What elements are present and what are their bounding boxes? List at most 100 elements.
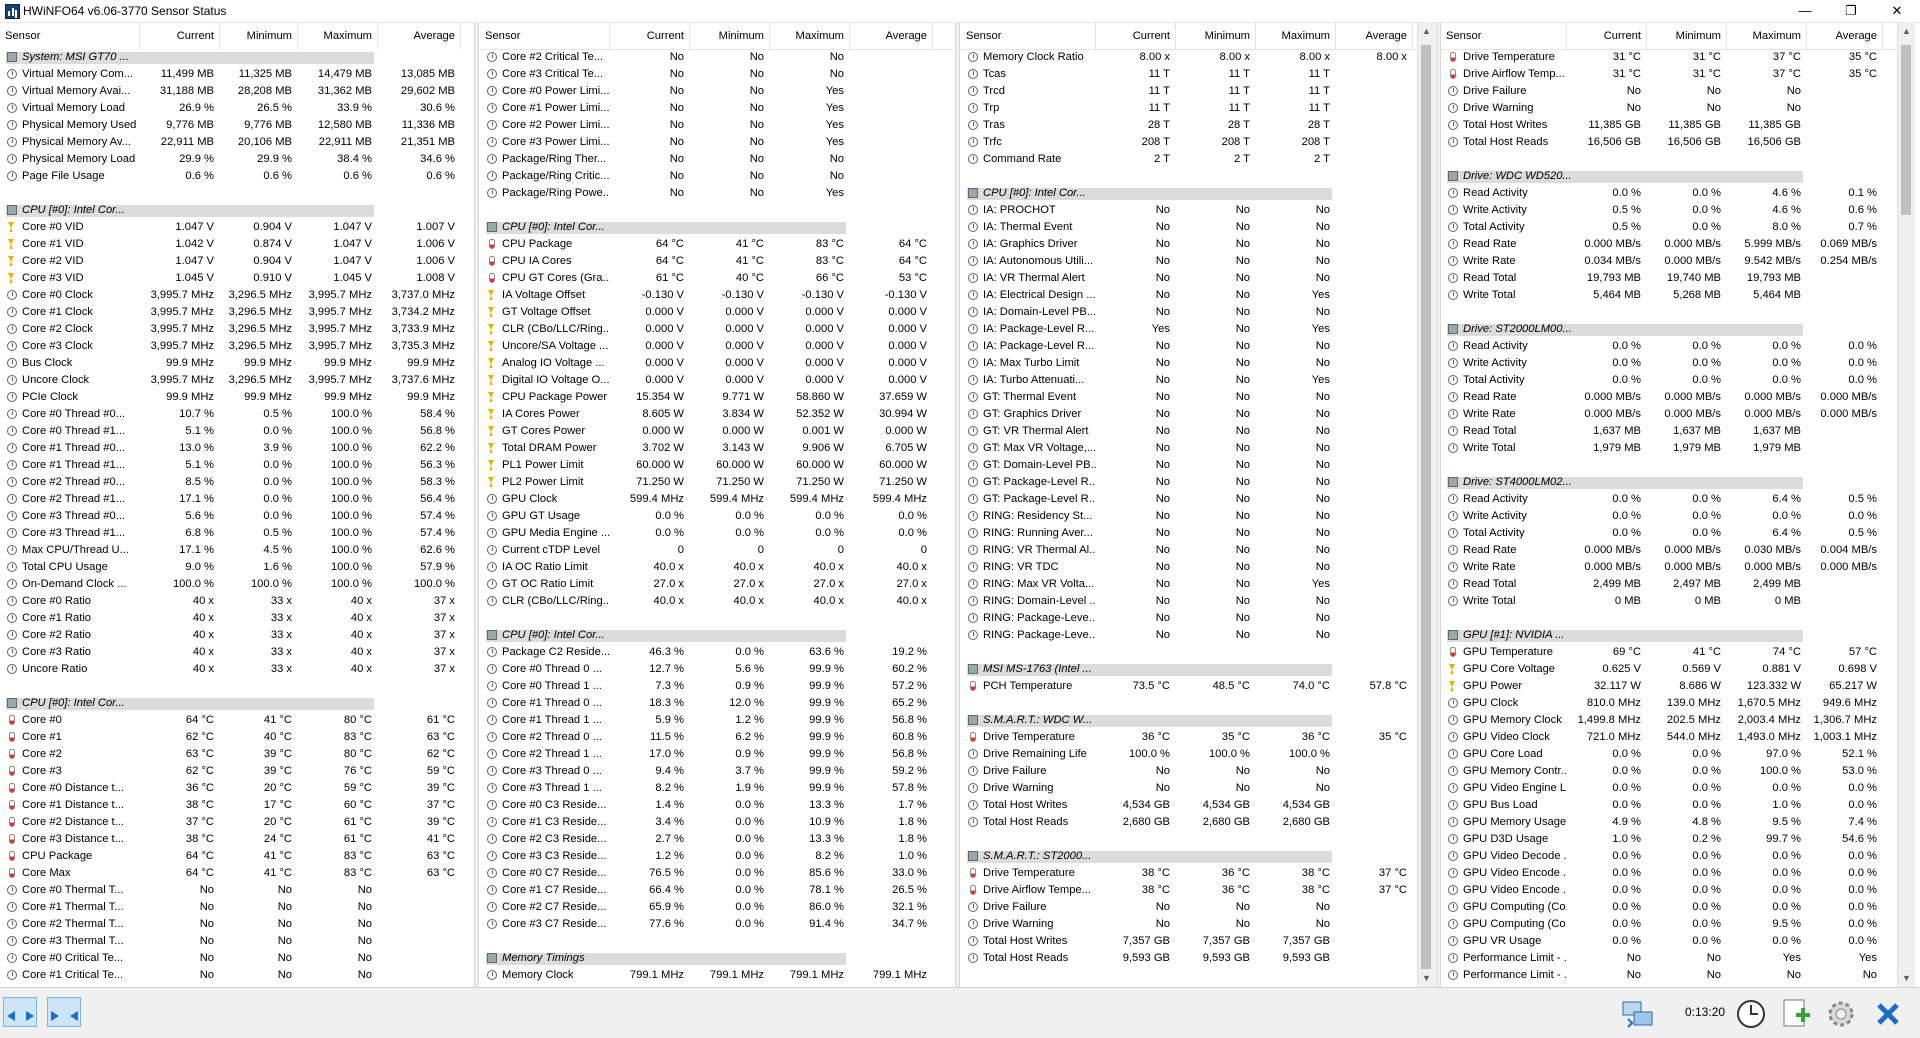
sensor-row[interactable]: Write Total 1,979 MB 1,979 MB 1,979 MB xyxy=(1441,440,1898,457)
reset-timer-button[interactable] xyxy=(1733,997,1769,1031)
sensor-row[interactable]: Total Host Reads 16,506 GB 16,506 GB 16,506… xyxy=(1441,134,1898,151)
sensor-row[interactable]: On-Demand Clock ... 100.0 % 100.0 % 100.0 %… xyxy=(0,576,474,593)
sensor-row[interactable]: Core #1 Critical Te... No No No xyxy=(0,967,474,984)
sensor-row[interactable]: Core #3 Distance t... 38 °C 24 °C 61 °C 41 °… xyxy=(0,831,474,848)
sensor-row[interactable]: IA: Turbo Attenuati... No No Yes xyxy=(961,372,1418,389)
sensor-row[interactable]: GT: Max VR Voltage,... No No No xyxy=(961,440,1418,457)
vertical-scrollbar[interactable]: ▲ ▼ xyxy=(1897,23,1915,987)
sensor-row[interactable]: Total Host Reads 9,593 GB 9,593 GB 9,593 GB xyxy=(961,950,1418,967)
sensor-row[interactable]: Core #1 VID 1.042 V 0.874 V 1.047 V 1.006 V xyxy=(0,236,474,253)
sensor-row[interactable]: GPU VR Usage 0.0 % 0.0 % 0.0 % 0.0 % xyxy=(1441,933,1898,950)
sensor-row[interactable]: Total Activity 0.0 % 0.0 % 0.0 % 0.0 % xyxy=(1441,372,1898,389)
sensor-row[interactable]: Core #1 Clock 3,995.7 MHz 3,296.5 MHz 3,995… xyxy=(0,304,474,321)
sensor-row[interactable]: Core #3 Thermal T... No No No xyxy=(0,933,474,950)
sensor-row[interactable]: Drive Warning No No No xyxy=(1441,100,1898,117)
sensor-row[interactable]: Core #3 C3 Reside... 1.2 % 0.0 % 8.2 % 1.0 % xyxy=(480,848,954,865)
sensor-row[interactable]: Drive Airflow Tempe... 38 °C 36 °C 38 °C 37 … xyxy=(961,882,1418,899)
sensor-row[interactable]: IA Voltage Offset -0.130 V -0.130 V -0.130 … xyxy=(480,287,954,304)
sensor-row[interactable]: GPU Video Decode ... 0.0 % 0.0 % 0.0 % 0.0 % xyxy=(1441,848,1898,865)
sensor-row[interactable]: GPU Power 32.117 W 8.686 W 123.332 W 65.217 … xyxy=(1441,678,1898,695)
sensor-row[interactable]: Uncore/SA Voltage ... 0.000 V 0.000 V 0.000… xyxy=(480,338,954,355)
column-header-current[interactable]: Current xyxy=(140,23,220,49)
sensor-row[interactable]: RING: VR Thermal Al... No No No xyxy=(961,542,1418,559)
sensor-group-header[interactable]: GPU [#1]: NVIDIA ... xyxy=(1441,627,1898,644)
sensor-row[interactable]: Digital IO Voltage O... 0.000 V 0.000 V 0.0… xyxy=(480,372,954,389)
sensor-row[interactable]: Page File Usage 0.6 % 0.6 % 0.6 % 0.6 % xyxy=(0,168,474,185)
sensor-row[interactable]: GPU GT Usage 0.0 % 0.0 % 0.0 % 0.0 % xyxy=(480,508,954,525)
sensor-row[interactable]: GT: Package-Level R... No No No xyxy=(961,491,1418,508)
sensor-row[interactable]: Virtual Memory Com... 11,499 MB 11,325 MB 1… xyxy=(0,66,474,83)
sensor-row[interactable]: GPU Clock 599.4 MHz 599.4 MHz 599.4 MHz 599.… xyxy=(480,491,954,508)
sensor-group-header[interactable]: CPU [#0]: Intel Cor... xyxy=(0,202,474,219)
sensor-row[interactable]: Core #2 C3 Reside... 2.7 % 0.0 % 13.3 % 1.8 … xyxy=(480,831,954,848)
sensor-row[interactable]: Core #0 Thread #0... 10.7 % 0.5 % 100.0 % 58… xyxy=(0,406,474,423)
sensor-row[interactable]: Tcas 11 T 11 T 11 T xyxy=(961,66,1418,83)
sensor-row[interactable]: IA: Max Turbo Limit No No No xyxy=(961,355,1418,372)
vertical-scrollbar[interactable]: ▲ ▼ xyxy=(1417,23,1435,987)
sensor-row[interactable]: Core #0 Critical Te... No No No xyxy=(0,950,474,967)
scroll-down-icon[interactable]: ▼ xyxy=(1898,970,1915,987)
sensor-row[interactable]: Command Rate 2 T 2 T 2 T xyxy=(961,151,1418,168)
sensor-row[interactable]: Core #2 Thermal T... No No No xyxy=(0,916,474,933)
sensor-row[interactable]: Core #3 Critical Te... No No No xyxy=(480,66,954,83)
sensor-row[interactable]: Core #1 Thread 1 ... 5.9 % 1.2 % 99.9 % 56.8… xyxy=(480,712,954,729)
maximize-button[interactable]: ❐ xyxy=(1828,0,1874,22)
sensor-row[interactable]: Drive Temperature 38 °C 36 °C 38 °C 37 °C xyxy=(961,865,1418,882)
sensor-row[interactable]: Core #2 Thread #0... 8.5 % 0.0 % 100.0 % 58.… xyxy=(0,474,474,491)
sensor-row[interactable]: Memory Clock Ratio 8.00 x 8.00 x 8.00 x 8.00… xyxy=(961,49,1418,66)
sensor-row[interactable]: Drive Failure No No No xyxy=(1441,83,1898,100)
sensor-row[interactable]: GT Voltage Offset 0.000 V 0.000 V 0.000 V 0.… xyxy=(480,304,954,321)
sensor-row[interactable]: Performance Limit - ... No No Yes Yes xyxy=(1441,950,1898,967)
sensor-row[interactable]: Core #2 VID 1.047 V 0.904 V 1.047 V 1.006 V xyxy=(0,253,474,270)
column-header-average[interactable]: Average xyxy=(378,23,461,49)
sensor-row[interactable]: Core #2 C7 Reside... 65.9 % 0.0 % 86.0 % 32.… xyxy=(480,899,954,916)
sensor-row[interactable]: GPU Core Voltage 0.625 V 0.569 V 0.881 V 0.6… xyxy=(1441,661,1898,678)
sensor-group-header[interactable]: CPU [#0]: Intel Cor... xyxy=(961,185,1418,202)
sensor-row[interactable]: Drive Warning No No No xyxy=(961,780,1418,797)
sensor-row[interactable]: IA: Autonomous Utili... No No No xyxy=(961,253,1418,270)
sensor-row[interactable]: GPU Core Load 0.0 % 0.0 % 97.0 % 52.1 % xyxy=(1441,746,1898,763)
scroll-right-button[interactable] xyxy=(47,997,81,1027)
sensor-row[interactable]: Core #2 Clock 3,995.7 MHz 3,296.5 MHz 3,995… xyxy=(0,321,474,338)
sensor-row[interactable]: Physical Memory Av... 22,911 MB 20,106 MB 2… xyxy=(0,134,474,151)
sensor-row[interactable]: PCIe Clock 99.9 MHz 99.9 MHz 99.9 MHz 99.9 M… xyxy=(0,389,474,406)
sensor-row[interactable]: GT OC Ratio Limit 27.0 x 27.0 x 27.0 x 27.0 … xyxy=(480,576,954,593)
sensor-row[interactable]: Read Rate 0.000 MB/s 0.000 MB/s 5.999 MB/s 0… xyxy=(1441,236,1898,253)
scroll-down-icon[interactable]: ▼ xyxy=(1418,970,1435,987)
sensor-row[interactable]: RING: VR TDC No No No xyxy=(961,559,1418,576)
sensor-row[interactable]: Total DRAM Power 3.702 W 3.143 W 9.906 W 6.7… xyxy=(480,440,954,457)
sensor-row[interactable]: Core #3 62 °C 39 °C 76 °C 59 °C xyxy=(0,763,474,780)
sensor-row[interactable]: IA: Graphics Driver No No No xyxy=(961,236,1418,253)
sensor-row[interactable]: GPU Video Engine L... 0.0 % 0.0 % 0.0 % 0.0 … xyxy=(1441,780,1898,797)
sensor-row[interactable]: Drive Airflow Temp... 31 °C 31 °C 37 °C 35 °… xyxy=(1441,66,1898,83)
sensor-row[interactable]: Package/Ring Critic... No No No xyxy=(480,168,954,185)
sensor-row[interactable]: Core #0 C3 Reside... 1.4 % 0.0 % 13.3 % 1.7 … xyxy=(480,797,954,814)
sensor-row[interactable]: Read Activity 0.0 % 0.0 % 0.0 % 0.0 % xyxy=(1441,338,1898,355)
column-header-maximum[interactable]: Maximum xyxy=(770,23,850,49)
sensor-row[interactable]: GPU Media Engine ... 0.0 % 0.0 % 0.0 % 0.0 % xyxy=(480,525,954,542)
sensor-row[interactable]: Total Activity 0.0 % 0.0 % 6.4 % 0.5 % xyxy=(1441,525,1898,542)
sensor-row[interactable]: GT: Thermal Event No No No xyxy=(961,389,1418,406)
sensor-group-header[interactable]: System: MSI GT70 ... xyxy=(0,49,474,66)
sensor-row[interactable]: PCH Temperature 73.5 °C 48.5 °C 74.0 °C 57.8… xyxy=(961,678,1418,695)
column-header-maximum[interactable]: Maximum xyxy=(1256,23,1336,49)
sensor-row[interactable]: Write Total 0 MB 0 MB 0 MB xyxy=(1441,593,1898,610)
sensor-row[interactable]: Read Activity 0.0 % 0.0 % 6.4 % 0.5 % xyxy=(1441,491,1898,508)
sensor-row[interactable]: Total Host Reads 2,680 GB 2,680 GB 2,680 GB xyxy=(961,814,1418,831)
sensor-row[interactable]: GT Cores Power 0.000 W 0.000 W 0.001 W 0.000… xyxy=(480,423,954,440)
close-window-button[interactable]: ✕ xyxy=(1874,0,1920,22)
sensor-row[interactable]: Write Activity 0.0 % 0.0 % 0.0 % 0.0 % xyxy=(1441,508,1898,525)
sensor-row[interactable]: Core #2 Ratio 40 x 33 x 40 x 37 x xyxy=(0,627,474,644)
sensor-row[interactable]: Write Rate 0.034 MB/s 0.000 MB/s 9.542 MB/s… xyxy=(1441,253,1898,270)
column-header-maximum[interactable]: Maximum xyxy=(298,23,378,49)
sensor-row[interactable]: Total Activity 0.5 % 0.0 % 8.0 % 0.7 % xyxy=(1441,219,1898,236)
sensor-row[interactable]: Trfc 208 T 208 T 208 T xyxy=(961,134,1418,151)
sensor-row[interactable]: GPU Video Encode ... 0.0 % 0.0 % 0.0 % 0.0 % xyxy=(1441,882,1898,899)
sensor-row[interactable]: RING: Package-Leve... No No No xyxy=(961,610,1418,627)
sensor-row[interactable]: Core #1 Power Limi... No No Yes xyxy=(480,100,954,117)
sensor-row[interactable]: Package/Ring Powe... No No Yes xyxy=(480,185,954,202)
scroll-left-button[interactable] xyxy=(3,997,37,1027)
sensor-row[interactable]: Core #1 Ratio 40 x 33 x 40 x 37 x xyxy=(0,610,474,627)
sensor-group-header[interactable]: CPU [#0]: Intel Cor... xyxy=(480,627,954,644)
sensor-row[interactable]: Write Rate 0.000 MB/s 0.000 MB/s 0.000 MB/s… xyxy=(1441,559,1898,576)
